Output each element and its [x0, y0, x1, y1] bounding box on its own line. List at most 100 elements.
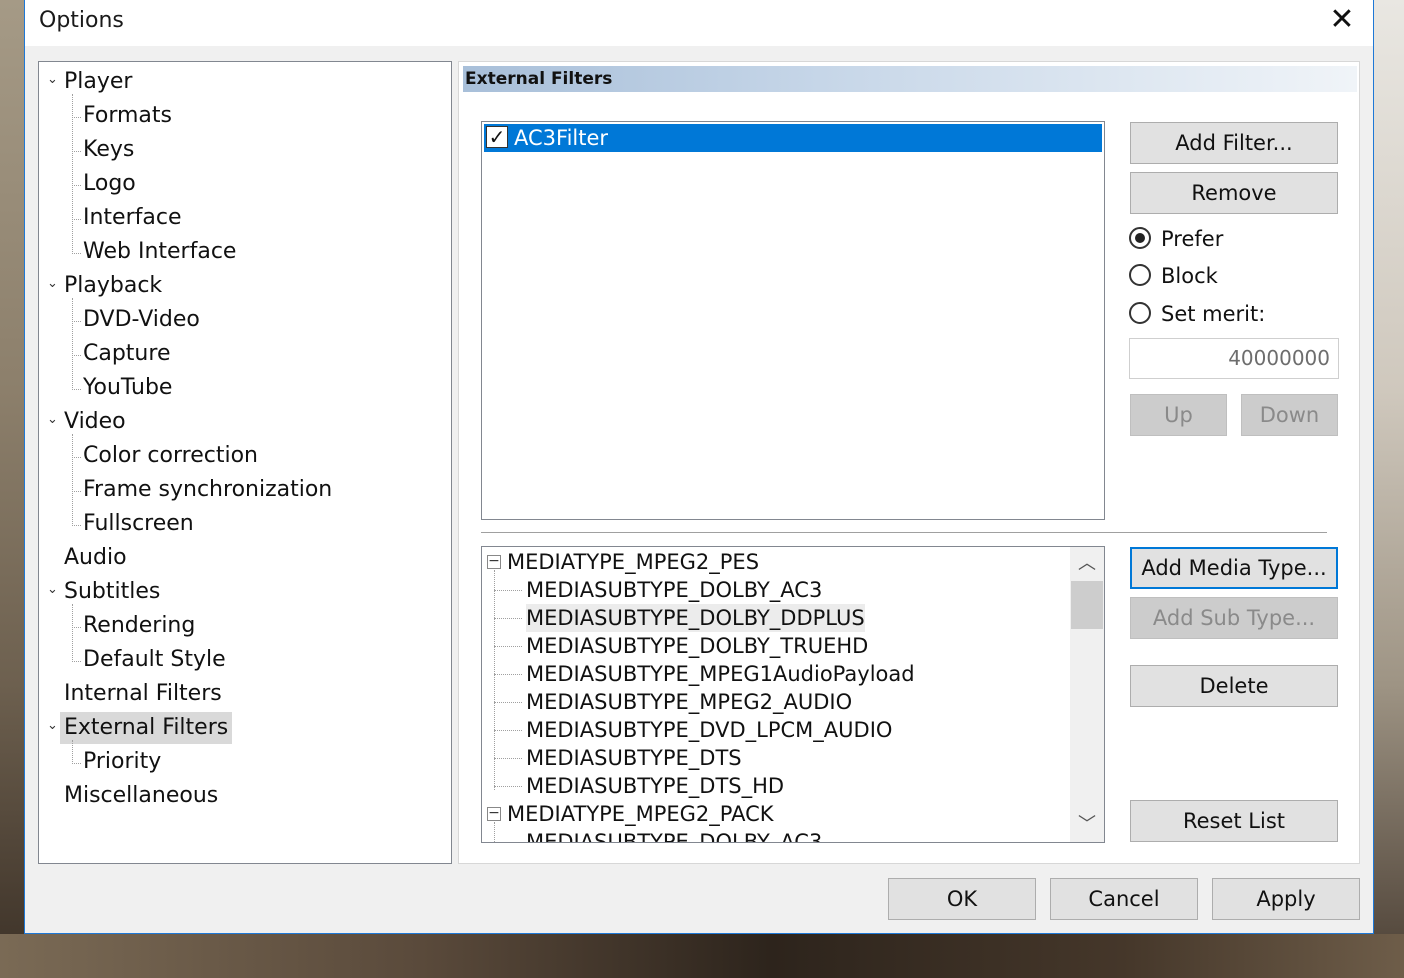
tree-item-internal-filters[interactable]: Internal Filters: [64, 678, 222, 710]
window-title: Options: [39, 8, 124, 33]
background-left: [0, 0, 24, 978]
media-type-item[interactable]: MEDIATYPE_MPEG2_PACK: [507, 800, 774, 828]
tree-connector: [72, 434, 73, 526]
background-right: [1374, 0, 1404, 978]
add-filter-button[interactable]: Add Filter...: [1130, 122, 1338, 164]
add-media-type-button[interactable]: Add Media Type...: [1130, 547, 1338, 589]
media-subtype-item[interactable]: MEDIASUBTYPE_DOLBY_AC3: [526, 576, 822, 604]
close-button[interactable]: ✕: [1323, 4, 1361, 38]
tree-connector: [72, 763, 81, 764]
tree-item-audio[interactable]: Audio: [64, 542, 127, 574]
expand-chevron-icon[interactable]: ⌄: [47, 583, 59, 596]
page-header: External Filters: [463, 66, 1357, 92]
tree-item-color-correction[interactable]: Color correction: [83, 440, 258, 472]
tree-connector: [72, 321, 81, 322]
tree-connector: [494, 646, 522, 647]
tree-connector: [72, 491, 81, 492]
remove-button[interactable]: Remove: [1130, 172, 1338, 214]
tree-item-priority[interactable]: Priority: [83, 746, 161, 778]
media-subtype-item[interactable]: MEDIASUBTYPE_DOLBY_TRUEHD: [526, 632, 868, 660]
tree-connector: [72, 457, 81, 458]
collapse-icon[interactable]: −: [487, 554, 501, 569]
tree-connector: [72, 151, 81, 152]
tree-item-subtitles[interactable]: Subtitles: [64, 576, 160, 608]
page-panel: External Filters ✓ AC3Filter Add Filter.…: [458, 61, 1360, 864]
separator: [481, 532, 1327, 533]
media-subtype-item[interactable]: MEDIASUBTYPE_DOLBY_DDPLUS: [526, 604, 865, 632]
close-icon: ✕: [1329, 2, 1355, 37]
media-subtype-item[interactable]: MEDIASUBTYPE_DOLBY_AC3: [526, 828, 822, 842]
media-type-item[interactable]: MEDIATYPE_MPEG2_PES: [507, 548, 759, 576]
tree-item-miscellaneous[interactable]: Miscellaneous: [64, 780, 218, 812]
tree-item-keys[interactable]: Keys: [83, 134, 134, 166]
media-subtype-item[interactable]: MEDIASUBTYPE_DTS: [526, 744, 742, 772]
tree-item-youtube[interactable]: YouTube: [83, 372, 172, 404]
expand-chevron-icon[interactable]: ⌄: [47, 277, 59, 290]
filter-checkbox[interactable]: ✓: [486, 126, 508, 148]
filter-list[interactable]: ✓ AC3Filter: [481, 121, 1105, 520]
tree-item-rendering[interactable]: Rendering: [83, 610, 195, 642]
tree-connector: [72, 627, 81, 628]
tree-item-formats[interactable]: Formats: [83, 100, 172, 132]
tree-item-capture[interactable]: Capture: [83, 338, 170, 370]
scroll-up-icon[interactable]: ︿: [1070, 547, 1104, 581]
media-subtype-item[interactable]: MEDIASUBTYPE_MPEG1AudioPayload: [526, 660, 915, 688]
tree-connector: [494, 786, 522, 787]
media-subtype-item[interactable]: MEDIASUBTYPE_DTS_HD: [526, 772, 784, 800]
radio-label: Block: [1161, 264, 1218, 288]
tree-connector: [72, 740, 73, 764]
tree-item-playback[interactable]: Playback: [64, 270, 162, 302]
up-button[interactable]: Up: [1130, 394, 1227, 436]
tree-connector: [72, 94, 73, 254]
filter-label: AC3Filter: [514, 126, 609, 150]
tree-connector: [494, 570, 495, 790]
tree-connector: [494, 758, 522, 759]
down-button[interactable]: Down: [1241, 394, 1338, 436]
options-dialog: Options ✕ Player ⌄ Formats Keys Logo Interfac…: [24, 0, 1374, 934]
tree-item-external-filters[interactable]: External Filters: [60, 712, 233, 744]
media-subtype-item[interactable]: MEDIASUBTYPE_DVD_LPCM_AUDIO: [526, 716, 892, 744]
filter-row[interactable]: ✓ AC3Filter: [484, 124, 1102, 152]
collapse-icon[interactable]: −: [487, 806, 501, 821]
cancel-button[interactable]: Cancel: [1050, 878, 1198, 920]
reset-list-button[interactable]: Reset List: [1130, 800, 1338, 842]
merit-input[interactable]: 40000000: [1129, 338, 1339, 379]
tree-connector: [494, 590, 522, 591]
title-bar: Options ✕: [25, 0, 1373, 46]
tree-connector: [494, 702, 522, 703]
expand-chevron-icon[interactable]: ⌄: [47, 413, 59, 426]
delete-button[interactable]: Delete: [1130, 665, 1338, 707]
scroll-thumb[interactable]: [1071, 581, 1103, 629]
tree-connector: [494, 674, 522, 675]
expand-chevron-icon[interactable]: ⌄: [47, 73, 59, 86]
tree-connector: [72, 604, 73, 662]
tree-item-frame-synchronization[interactable]: Frame synchronization: [83, 474, 332, 506]
radio-icon: [1129, 227, 1151, 249]
radio-label: Set merit:: [1161, 302, 1266, 326]
add-sub-type-button[interactable]: Add Sub Type...: [1130, 597, 1338, 639]
media-subtype-item[interactable]: MEDIASUBTYPE_MPEG2_AUDIO: [526, 688, 852, 716]
tree-connector: [72, 389, 81, 390]
tree-connector: [72, 525, 81, 526]
tree-connector: [494, 730, 522, 731]
tree-item-default-style[interactable]: Default Style: [83, 644, 226, 676]
tree-connector: [72, 117, 81, 118]
options-tree[interactable]: Player ⌄ Formats Keys Logo Interface Web Inter…: [38, 61, 452, 864]
tree-item-web-interface[interactable]: Web Interface: [83, 236, 236, 268]
scroll-down-icon[interactable]: ﹀: [1070, 808, 1104, 842]
media-type-tree[interactable]: ︿ ﹀ MEDIATYPE_MPEG2_PES − MEDIASUBTYPE_DOL…: [481, 546, 1105, 843]
tree-item-video[interactable]: Video: [64, 406, 126, 438]
tree-item-dvd-video[interactable]: DVD-Video: [83, 304, 200, 336]
scrollbar[interactable]: ︿ ﹀: [1070, 547, 1104, 842]
tree-item-interface[interactable]: Interface: [83, 202, 182, 234]
expand-chevron-icon[interactable]: ⌄: [47, 719, 59, 732]
tree-item-player[interactable]: Player: [64, 66, 132, 98]
tree-connector: [72, 185, 81, 186]
apply-button[interactable]: Apply: [1212, 878, 1360, 920]
tree-connector: [72, 219, 81, 220]
tree-item-logo[interactable]: Logo: [83, 168, 136, 200]
tree-connector: [494, 822, 495, 842]
tree-item-fullscreen[interactable]: Fullscreen: [83, 508, 194, 540]
radio-icon: [1129, 264, 1151, 286]
ok-button[interactable]: OK: [888, 878, 1036, 920]
